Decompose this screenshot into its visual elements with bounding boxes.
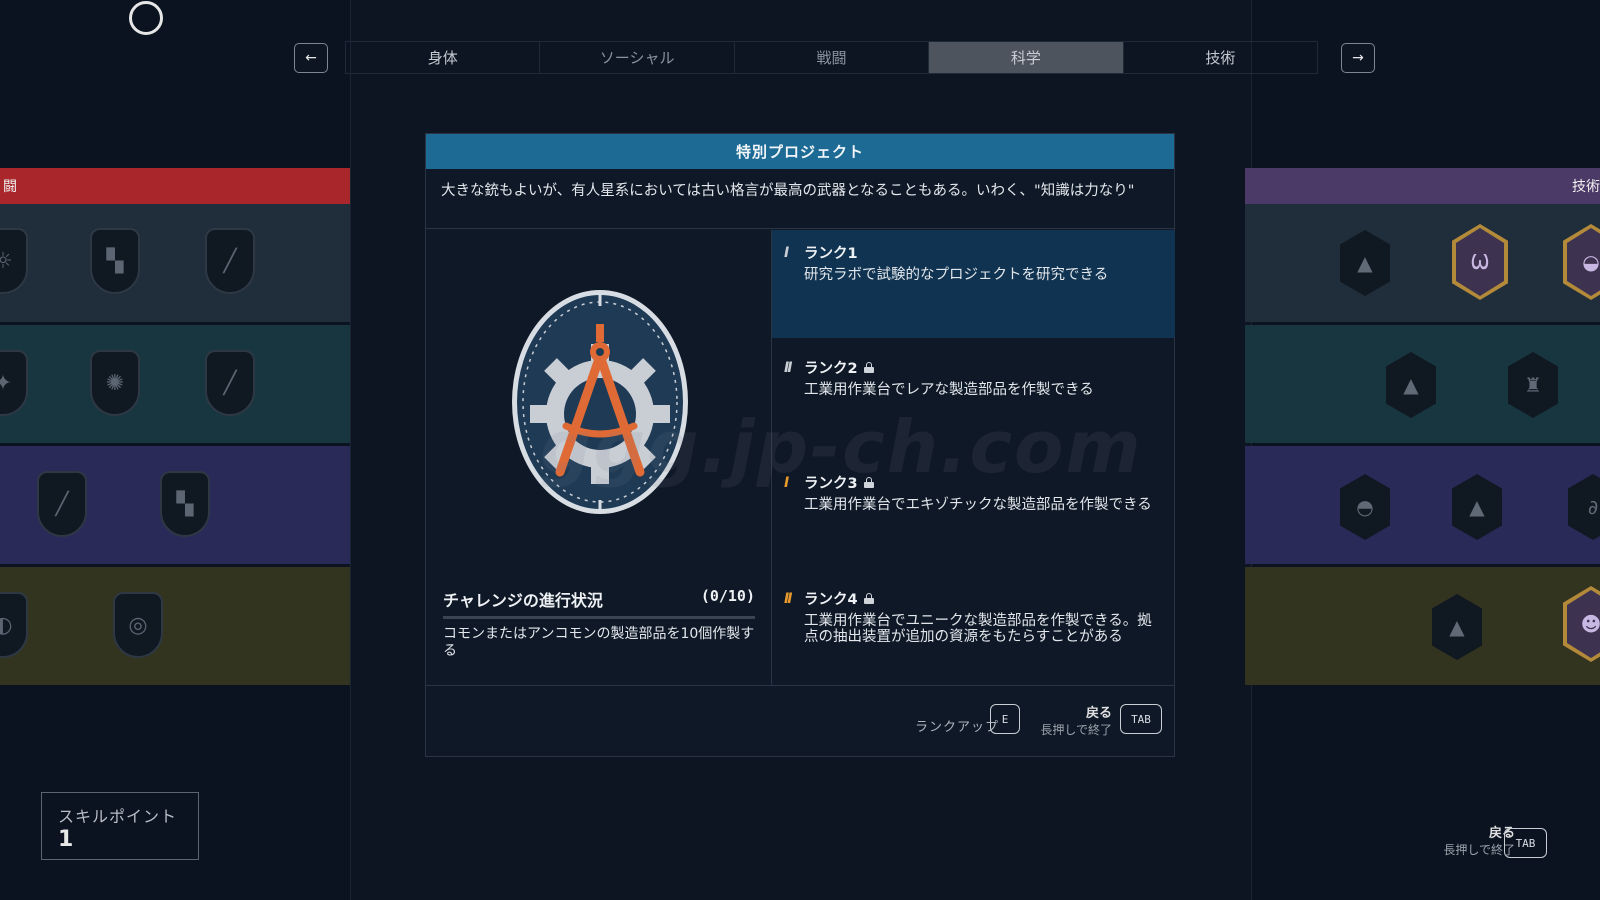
rank-2[interactable]: II ランク2 工業用作業台でレアな製造部品を作製できる: [772, 345, 1175, 453]
emblem-panel: チャレンジの進行状況 (0/10) コモンまたはアンコモンの製造部品を10個作製…: [426, 230, 772, 685]
skill-row-4-right: [1245, 567, 1600, 685]
challenge-description: コモンまたはアンコモンの製造部品を10個作製する: [443, 626, 755, 659]
skill-badge[interactable]: ╱: [205, 228, 255, 294]
rank-label: ランク1: [804, 246, 858, 262]
rank-bars-icon: I: [784, 474, 789, 491]
rank-label: ランク2: [804, 361, 858, 377]
rankup-key-button[interactable]: E: [990, 704, 1020, 734]
rankup-label: ランクアップ: [914, 720, 999, 735]
rank-bars-icon: II: [784, 359, 792, 376]
rifle-icon: ╱: [223, 370, 237, 396]
rank-bars-icon: II: [784, 590, 792, 607]
prev-tab-button[interactable]: ←: [294, 43, 328, 73]
rank-text: 研究ラボで試験的なプロジェクトを研究できる: [804, 267, 1109, 283]
skill-badge[interactable]: ╱: [205, 350, 255, 416]
target-icon: ◎: [128, 612, 148, 638]
skill-row-1-right: [1245, 204, 1600, 322]
challenge-title: チャレンジの進行状況: [443, 591, 603, 610]
compass-gear-icon: [512, 290, 688, 514]
pistol-icon: ▚: [106, 248, 124, 274]
modal-body: チャレンジの進行状況 (0/10) コモンまたはアンコモンの製造部品を10個作製…: [426, 230, 1175, 686]
rank-3[interactable]: I ランク3 工業用作業台でエキゾチックな製造部品を作製できる: [772, 460, 1175, 568]
right-category-label: 技術: [1572, 179, 1600, 195]
rank-4[interactable]: II ランク4 工業用作業台でユニークな製造部品を作製できる。拠点の抽出装置が追加…: [772, 576, 1175, 684]
skill-row-4: [0, 567, 350, 685]
skill-row-2: [0, 325, 350, 443]
tab-combat[interactable]: 戦闘: [735, 42, 930, 73]
bottom-back-key-button[interactable]: TAB: [1504, 828, 1547, 858]
burst-icon: ✺: [105, 370, 125, 396]
rank-text: 工業用作業台でエキゾチックな製造部品を作製できる: [804, 497, 1152, 513]
challenge-count: (0/10): [700, 587, 755, 605]
mech-icon: Ѡ: [1470, 250, 1490, 274]
tab-social[interactable]: ソーシャル: [540, 42, 735, 73]
rank-bars-icon: I: [784, 244, 789, 261]
modal-footer: ランクアップ E 戻る 長押しで終了 TAB: [426, 686, 1174, 756]
right-category-header: 技術: [1245, 168, 1600, 204]
rifle-icon: ╱: [223, 248, 237, 274]
rank-1[interactable]: I ランク1 研究ラボで試験的なプロジェクトを研究できる: [772, 230, 1175, 338]
skill-badge[interactable]: ╱: [37, 471, 87, 537]
tab-tech[interactable]: 技術: [1124, 42, 1317, 73]
planet-icon: ◒: [1582, 250, 1600, 274]
left-category-header: 闘: [0, 168, 350, 204]
skill-tabs: 身体 ソーシャル 戦闘 科学 技術: [345, 41, 1318, 74]
arrow-left-icon: ←: [305, 50, 317, 66]
sun-icon: ☼: [0, 248, 13, 274]
rank-label: ランク3: [804, 476, 858, 492]
left-category-label: 闘: [3, 179, 17, 195]
skill-badge[interactable]: ▚: [160, 471, 210, 537]
skill-detail-modal: 特別プロジェクト 大きな銃もよいが、有人星系においては古い格言が最高の武器となる…: [425, 133, 1175, 757]
rank-list: I ランク1 研究ラボで試験的なプロジェクトを研究できる II ランク2 工業用作業…: [772, 230, 1175, 685]
skill-points-label: スキルポイント: [58, 807, 178, 826]
rank-label: ランク4: [804, 592, 858, 608]
ship-icon: ▲: [1357, 251, 1373, 275]
rank-text: 工業用作業台でレアな製造部品を作製できる: [804, 382, 1094, 398]
sniper-icon: ╱: [55, 491, 69, 517]
star-icon: ✦: [0, 370, 13, 396]
rocket-icon: ▲: [1403, 373, 1419, 397]
skill-points-value: 1: [58, 827, 74, 852]
back-key-button[interactable]: TAB: [1120, 704, 1162, 734]
cursor-ring: [129, 1, 163, 35]
arm-icon: ∂: [1587, 495, 1599, 519]
ship-icon: ▲: [1469, 495, 1485, 519]
back-hint-text: 長押しで終了: [1040, 723, 1112, 737]
back-hint: 戻る 長押しで終了: [1040, 706, 1112, 738]
rank-text: 工業用作業台でユニークな製造部品を作製できる。拠点の抽出装置が追加の資源をもたら…: [804, 613, 1152, 645]
lock-icon: [863, 477, 874, 488]
arrow-right-icon: →: [1352, 50, 1364, 66]
challenge-header: チャレンジの進行状況 (0/10): [443, 587, 755, 611]
skill-badge[interactable]: ✺: [90, 350, 140, 416]
astronaut-icon: ☻: [1580, 612, 1600, 636]
tab-science[interactable]: 科学: [929, 42, 1124, 73]
back-label: 戻る: [1085, 706, 1112, 721]
modal-title: 特別プロジェクト: [426, 134, 1174, 169]
ship-icon: ▲: [1449, 615, 1465, 639]
skill-badge[interactable]: ▚: [90, 228, 140, 294]
skill-row-3-right: [1245, 446, 1600, 564]
lock-icon: [863, 593, 874, 604]
satellite-icon: ◓: [1356, 495, 1374, 519]
lock-icon: [863, 362, 874, 373]
rocket-icon: ♜: [1524, 373, 1542, 397]
next-tab-button[interactable]: →: [1341, 43, 1375, 73]
revolver-icon: ▚: [176, 491, 194, 517]
tab-body[interactable]: 身体: [346, 42, 541, 73]
skill-points-box: スキルポイント 1: [41, 792, 199, 860]
helmet-icon: ◐: [0, 612, 13, 638]
challenge-progress-bar: [443, 616, 755, 619]
modal-description: 大きな銃もよいが、有人星系においては古い格言が最高の武器となることもある。いわく…: [426, 169, 1174, 229]
skill-badge[interactable]: ◎: [113, 592, 163, 658]
skill-row-1: [0, 204, 350, 322]
